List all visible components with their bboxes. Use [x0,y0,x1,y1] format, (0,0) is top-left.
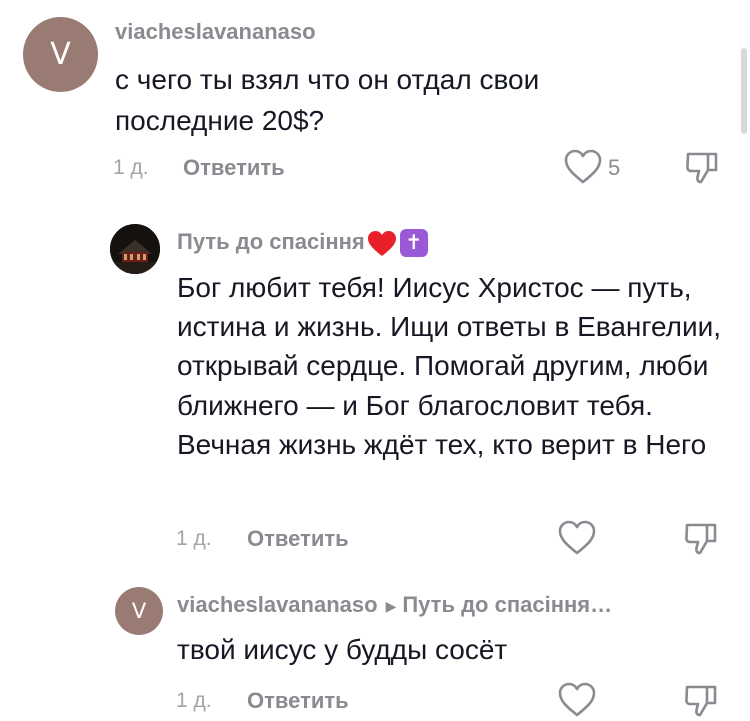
avatar[interactable]: V [115,587,163,635]
comment-text: Бог любит тебя! Иисус Христос — путь, ис… [177,272,722,460]
reply-button[interactable]: Ответить [247,526,349,552]
thumbs-down-outline-icon[interactable] [683,521,719,557]
avatar-image [110,224,160,274]
comment-username[interactable]: Путь до спасіння ✝ [177,229,428,258]
comment-text: с чего ты взял что он отдал свои последн… [115,64,540,136]
reply-to-username[interactable]: Путь до спасіння… [402,592,612,617]
heart-outline-icon[interactable] [558,520,596,556]
comment-text: твой иисус у будды сосёт [177,634,508,665]
thumbs-down-outline-icon[interactable] [684,150,720,186]
comment-username[interactable]: viacheslavananaso [115,19,316,45]
username-text: viacheslavananaso [177,592,378,617]
comment-timestamp: 1 д. [176,527,212,550]
comment-timestamp: 1 д. [176,689,212,712]
heart-outline-icon[interactable] [564,149,602,185]
latin-cross-emoji: ✝ [399,229,428,258]
heart-outline-icon[interactable] [558,682,596,718]
triangle-right-icon: ▶ [385,597,397,614]
avatar[interactable] [110,224,160,274]
scrollbar[interactable] [741,48,747,134]
like-count: 5 [608,155,621,180]
reply-button[interactable]: Ответить [183,155,285,181]
avatar-letter: V [50,37,71,72]
red-heart-emoji [367,230,396,256]
username-text: Путь до спасіння [177,229,365,254]
thumbs-down-outline-icon[interactable] [683,683,719,719]
reply-button[interactable]: Ответить [247,688,349,714]
comment-timestamp: 1 д. [113,156,149,179]
avatar-letter: V [131,599,147,623]
comment-username[interactable]: viacheslavananaso ▶ Путь до спасіння… [177,592,612,618]
avatar[interactable]: V [23,17,98,92]
